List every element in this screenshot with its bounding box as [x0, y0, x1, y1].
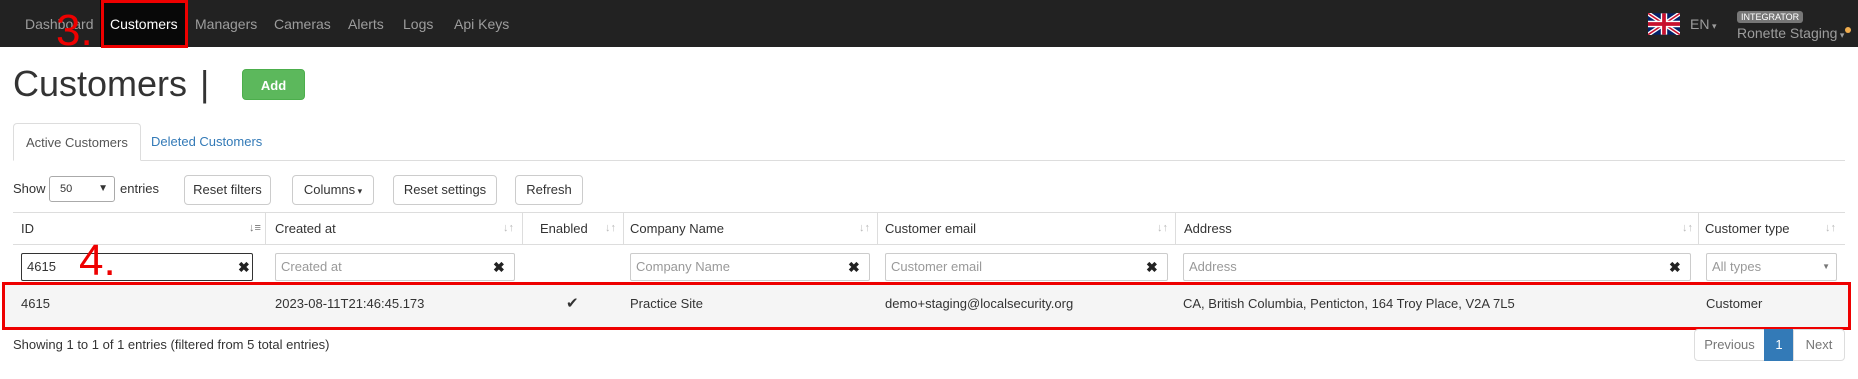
user-menu[interactable]: INTEGRATOR Ronette Staging ▾ [1737, 8, 1844, 41]
title-separator: | [200, 63, 210, 104]
page-title: Customers [13, 63, 188, 104]
column-divider [1175, 212, 1176, 245]
sort-icon[interactable]: ↓↑ [503, 213, 514, 244]
customer-email-filter-input[interactable]: Customer email [885, 253, 1168, 281]
entries-label: entries [120, 181, 160, 196]
column-header-created-at[interactable]: Created at [275, 213, 336, 244]
sort-icon[interactable]: ↓↑ [859, 213, 870, 244]
refresh-button[interactable]: Refresh [515, 175, 583, 205]
sort-icon[interactable]: ↓↑ [1157, 213, 1168, 244]
nav-cameras[interactable]: Cameras [274, 0, 331, 47]
notification-dot [1845, 27, 1851, 33]
sort-icon[interactable]: ↓↑ [1825, 213, 1836, 244]
top-navbar: Dashboard Customers Managers Cameras Ale… [0, 0, 1858, 47]
address-filter-input[interactable]: Address [1183, 253, 1691, 281]
column-header-id[interactable]: ID [21, 213, 34, 244]
chevron-down-icon: ▼ [98, 183, 108, 194]
role-badge: INTEGRATOR [1737, 11, 1804, 23]
annotation-step-3: 3. [56, 6, 93, 55]
column-divider [522, 212, 523, 245]
customer-type-placeholder: All types [1712, 259, 1762, 274]
reset-settings-button[interactable]: Reset settings [393, 175, 497, 205]
show-label: Show [13, 181, 46, 196]
sort-icon[interactable]: ↓↑ [1682, 213, 1693, 244]
sort-asc-icon[interactable]: ↓≡ [249, 213, 261, 244]
nav-managers[interactable]: Managers [195, 0, 257, 47]
nav-alerts[interactable]: Alerts [348, 0, 384, 47]
pagination-page-1[interactable]: 1 [1764, 329, 1794, 361]
sort-icon[interactable]: ↓↑ [605, 213, 616, 244]
company-name-filter-input[interactable]: Company Name [630, 253, 870, 281]
column-header-customer-email[interactable]: Customer email [885, 213, 976, 244]
chevron-down-icon: ▼ [1822, 262, 1830, 271]
customer-tabs: Active Customers Deleted Customers [13, 123, 1845, 161]
page-size-value: 50 [60, 183, 73, 195]
pagination-next[interactable]: Next [1793, 329, 1845, 361]
pagination-previous[interactable]: Previous [1694, 329, 1765, 361]
clear-filter-icon[interactable]: ✖ [493, 253, 505, 281]
page-size-select[interactable]: 50 ▼ [49, 176, 115, 202]
clear-filter-icon[interactable]: ✖ [238, 253, 250, 281]
columns-button[interactable]: Columns ▾ [292, 175, 374, 205]
clear-filter-icon[interactable]: ✖ [1146, 253, 1158, 281]
annotation-box-row [2, 282, 1851, 330]
nav-logs[interactable]: Logs [403, 0, 433, 47]
table-info: Showing 1 to 1 of 1 entries (filtered fr… [13, 337, 330, 352]
table-header-row: ID ↓≡ Created at ↓↑ Enabled ↓↑ Company N… [13, 212, 1845, 245]
language-label: EN [1690, 16, 1710, 32]
column-divider [1698, 212, 1699, 245]
annotation-step-4: 4. [79, 236, 116, 285]
tab-active-customers[interactable]: Active Customers [13, 123, 141, 161]
column-header-enabled[interactable]: Enabled [540, 213, 588, 244]
caret-down-icon: ▾ [355, 186, 363, 196]
clear-filter-icon[interactable]: ✖ [848, 253, 860, 281]
column-divider [877, 212, 878, 245]
id-filter-input[interactable]: 4615 [21, 253, 253, 281]
nav-api-keys[interactable]: Api Keys [454, 0, 509, 47]
clear-filter-icon[interactable]: ✖ [1669, 253, 1681, 281]
add-button[interactable]: Add [242, 69, 305, 100]
language-selector[interactable]: EN ▾ [1690, 16, 1716, 32]
customer-type-filter-select[interactable]: All types ▼ [1706, 253, 1837, 281]
column-divider [623, 212, 624, 245]
column-divider [265, 212, 266, 245]
caret-down-icon: ▾ [1709, 21, 1717, 31]
column-header-address[interactable]: Address [1184, 213, 1232, 244]
column-header-company-name[interactable]: Company Name [630, 213, 724, 244]
uk-flag-icon[interactable] [1648, 13, 1680, 35]
column-header-customer-type[interactable]: Customer type [1705, 213, 1790, 244]
reset-filters-button[interactable]: Reset filters [184, 175, 271, 205]
user-name: Ronette Staging [1737, 25, 1838, 41]
tab-deleted-customers[interactable]: Deleted Customers [139, 123, 274, 160]
annotation-box-customers [101, 0, 188, 48]
created-at-filter-input[interactable]: Created at [275, 253, 515, 281]
columns-label: Columns [303, 182, 356, 197]
caret-down-icon: ▾ [1837, 30, 1845, 40]
